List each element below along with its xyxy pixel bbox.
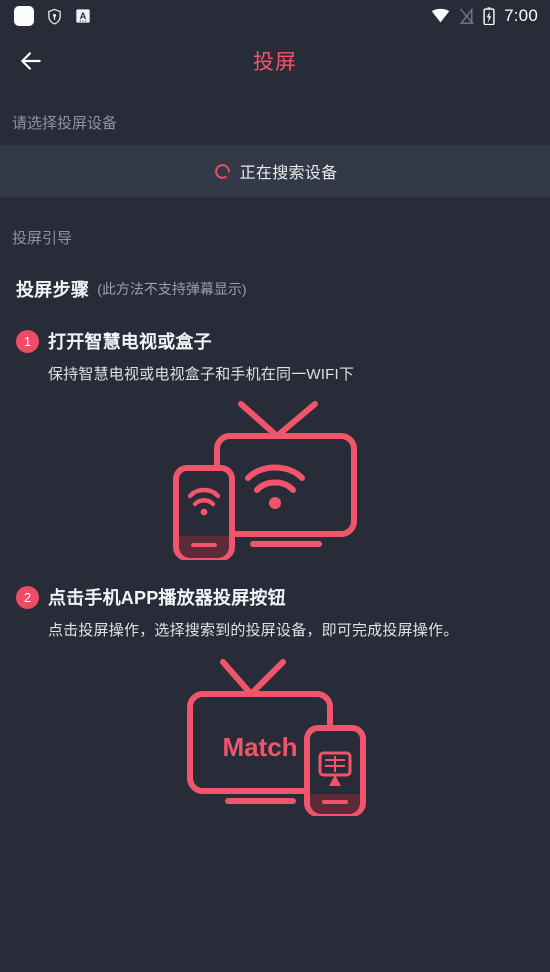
back-arrow-icon xyxy=(21,52,41,70)
status-bar: A 7:00 xyxy=(0,0,550,32)
status-bar-left: A xyxy=(14,6,91,26)
wifi-icon xyxy=(431,8,450,23)
select-device-label: 请选择投屏设备 xyxy=(12,115,118,132)
loading-spinner-icon xyxy=(214,163,230,179)
title-bar: 投屏 xyxy=(0,32,550,90)
svg-text:A: A xyxy=(80,11,87,21)
step-2-badge: 2 xyxy=(16,585,39,609)
steps-heading: 投屏步骤 (此方法不支持弹幕显示) xyxy=(0,276,550,302)
searching-devices-row[interactable]: 正在搜索设备 xyxy=(0,145,550,197)
app-square-icon xyxy=(14,6,34,26)
battery-charging-icon xyxy=(483,7,495,25)
searching-devices-text: 正在搜索设备 xyxy=(239,165,338,182)
steps-title: 投屏步骤 xyxy=(16,280,90,300)
step-2-description: 点击投屏操作，选择搜索到的投屏设备，即可完成投屏操作。 xyxy=(48,622,459,639)
step-2-header: 2 点击手机APP播放器投屏按钮 xyxy=(0,584,550,610)
tv-phone-wifi-illustration xyxy=(173,401,357,560)
tv-screen-text: Match xyxy=(222,732,297,762)
status-bar-clock: 7:00 xyxy=(504,6,538,25)
step-1-badge: 1 xyxy=(16,329,39,353)
cast-guide-label: 投屏引导 xyxy=(12,230,73,247)
step-1-title: 打开智慧电视或盒子 xyxy=(48,332,212,352)
section-divider xyxy=(0,197,550,205)
step-1-header: 1 打开智慧电视或盒子 xyxy=(0,328,550,354)
shield-icon xyxy=(48,8,61,25)
steps-note: (此方法不支持弹幕显示) xyxy=(97,281,247,297)
letter-a-icon: A xyxy=(76,9,90,23)
tv-match-phone-cast-illustration: Match xyxy=(187,659,366,816)
screen-cast-page: A 7:00 投屏 请选择投屏设备 正在搜索设备 投屏引导 投屏步骤 (此方法不… xyxy=(0,0,550,972)
cast-steps: 投屏步骤 (此方法不支持弹幕显示) 1 打开智慧电视或盒子 保持智慧电视或电视盒… xyxy=(0,248,550,816)
step-1-illustration-wrap xyxy=(0,384,550,560)
step-2-title: 点击手机APP播放器投屏按钮 xyxy=(48,588,286,608)
back-button[interactable] xyxy=(12,42,50,80)
status-bar-right: 7:00 xyxy=(431,6,538,26)
no-sim-icon xyxy=(459,7,474,24)
page-title: 投屏 xyxy=(253,51,297,74)
step-1-description: 保持智慧电视或电视盒子和手机在同一WIFI下 xyxy=(48,366,355,383)
step-2-illustration-wrap: Match xyxy=(0,640,550,816)
